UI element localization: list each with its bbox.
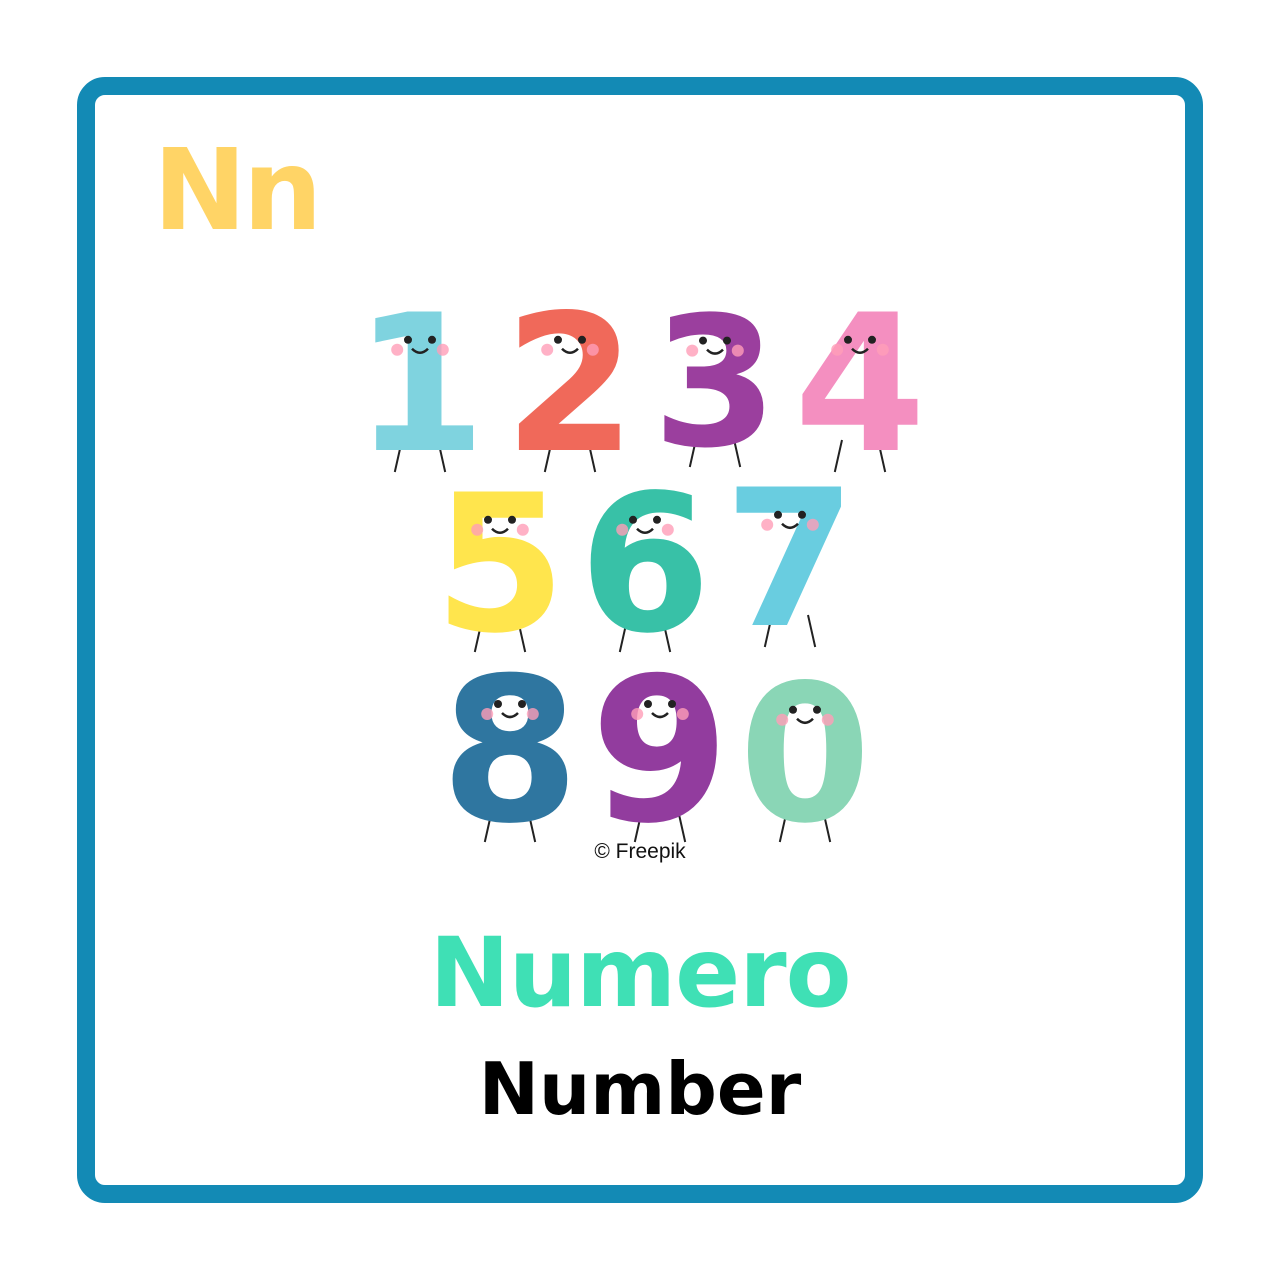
digit-character-7: 7 xyxy=(724,449,856,670)
digit-cheek xyxy=(676,708,689,720)
digit-cheek xyxy=(731,344,744,357)
digit-cheek xyxy=(436,343,449,356)
digit-cheek xyxy=(481,708,494,720)
digit-eye xyxy=(798,510,806,519)
digit-eye xyxy=(508,515,516,524)
digit-eye xyxy=(629,515,637,524)
letter-pair: Nn xyxy=(153,126,322,256)
image-credit: © Freepik xyxy=(594,840,686,863)
cartoon-numbers-illustration: 1234567890 xyxy=(345,285,945,885)
digit-eye xyxy=(699,336,707,345)
word-primary: Numero xyxy=(429,917,851,1029)
digit-glyph: 7 xyxy=(724,449,856,670)
digit-cheek xyxy=(686,344,699,357)
digit-eye xyxy=(653,515,661,524)
word-secondary: Number xyxy=(478,1047,802,1131)
digit-character-8: 8 xyxy=(440,635,579,868)
digit-cheek xyxy=(616,523,629,536)
digit-cheek xyxy=(526,708,539,720)
digit-cheek xyxy=(776,713,789,726)
digit-character-0: 0 xyxy=(739,644,871,865)
digit-glyph: 0 xyxy=(739,644,871,865)
digit-cheek xyxy=(586,343,599,356)
digit-glyph: 8 xyxy=(440,635,579,868)
digit-eye xyxy=(578,335,586,344)
digit-cheek xyxy=(391,343,404,356)
digit-eye xyxy=(844,335,852,344)
digit-glyph: 9 xyxy=(590,635,729,868)
digit-eye xyxy=(494,700,502,708)
digit-cheek xyxy=(761,518,774,531)
flash-card: Nn 1234567890 © Freepik Numero Number xyxy=(77,77,1203,1203)
digit-eye xyxy=(813,705,821,714)
digit-cheek xyxy=(806,518,819,531)
digit-cheek xyxy=(516,523,529,536)
numbers-svg: 1 2 3 45 6 78 9 0 xyxy=(354,285,926,868)
digit-eye xyxy=(774,510,782,519)
digit-cheek xyxy=(821,713,834,726)
digit-cheek xyxy=(876,343,889,356)
digit-cheek xyxy=(541,343,554,356)
digit-cheek xyxy=(631,708,644,720)
digit-eye xyxy=(868,335,876,344)
digit-cheek xyxy=(831,343,844,356)
digit-eye xyxy=(554,335,562,344)
digit-eye xyxy=(644,700,652,708)
digit-eye xyxy=(789,705,797,714)
digit-eye xyxy=(484,515,492,524)
digit-cheek xyxy=(661,523,674,536)
digit-eye xyxy=(723,336,731,345)
digit-eye xyxy=(668,700,676,708)
digit-eye xyxy=(428,335,436,344)
digit-cheek xyxy=(471,523,484,536)
digit-character-9: 9 xyxy=(590,635,729,868)
digit-eye xyxy=(518,700,526,708)
digit-eye xyxy=(404,335,412,344)
